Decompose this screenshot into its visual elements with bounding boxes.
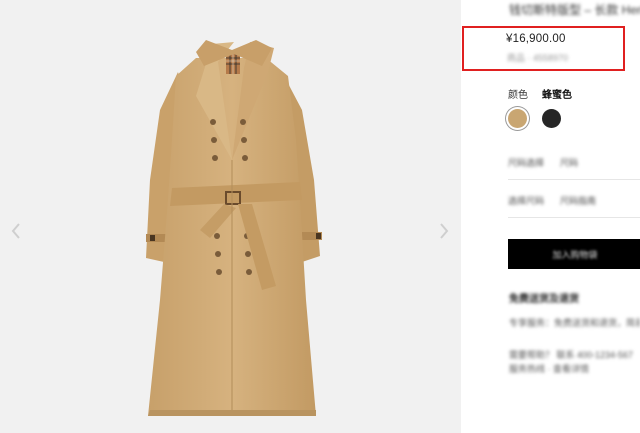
product-image-gallery — [0, 0, 461, 433]
add-to-cart-button[interactable]: 加入购物袋 — [508, 239, 640, 269]
trench-coat-image — [146, 40, 322, 416]
product-info-panel: 钱切斯特版型 – 长款 Heritage ¥16,900.00 商品 · 455… — [461, 0, 640, 433]
product-price: ¥16,900.00 — [506, 33, 566, 45]
detail-key: 选择尺码 — [508, 196, 545, 206]
color-swatch-black[interactable] — [542, 109, 561, 128]
price-note: 商品 · 4558970 — [507, 53, 569, 63]
color-swatch-honey[interactable] — [508, 109, 527, 128]
detail-value: 尺码指南 — [560, 196, 597, 206]
next-image-button[interactable] — [437, 220, 451, 242]
delivery-section-heading: 免费送货及退货 — [509, 294, 579, 305]
divider — [508, 179, 640, 180]
info-line: 服务热线 · 查看详情 — [509, 364, 589, 374]
chevron-left-icon — [11, 223, 20, 239]
chevron-right-icon — [440, 223, 449, 239]
product-title: 钱切斯特版型 – 长款 Heritage — [509, 3, 640, 17]
selected-color-name: 蜂蜜色 — [542, 90, 572, 101]
info-line: 专享服务：免费送货和退货，简易 — [509, 318, 640, 328]
detail-value: 尺码 — [560, 158, 579, 168]
add-to-cart-label: 加入购物袋 — [552, 249, 598, 260]
color-label: 颜色 — [508, 90, 528, 101]
prev-image-button[interactable] — [9, 220, 23, 242]
detail-key: 尺码选择 — [508, 158, 545, 168]
divider — [508, 217, 640, 218]
info-line: 需要帮助？ 联系 400-1234-567 — [509, 350, 634, 360]
